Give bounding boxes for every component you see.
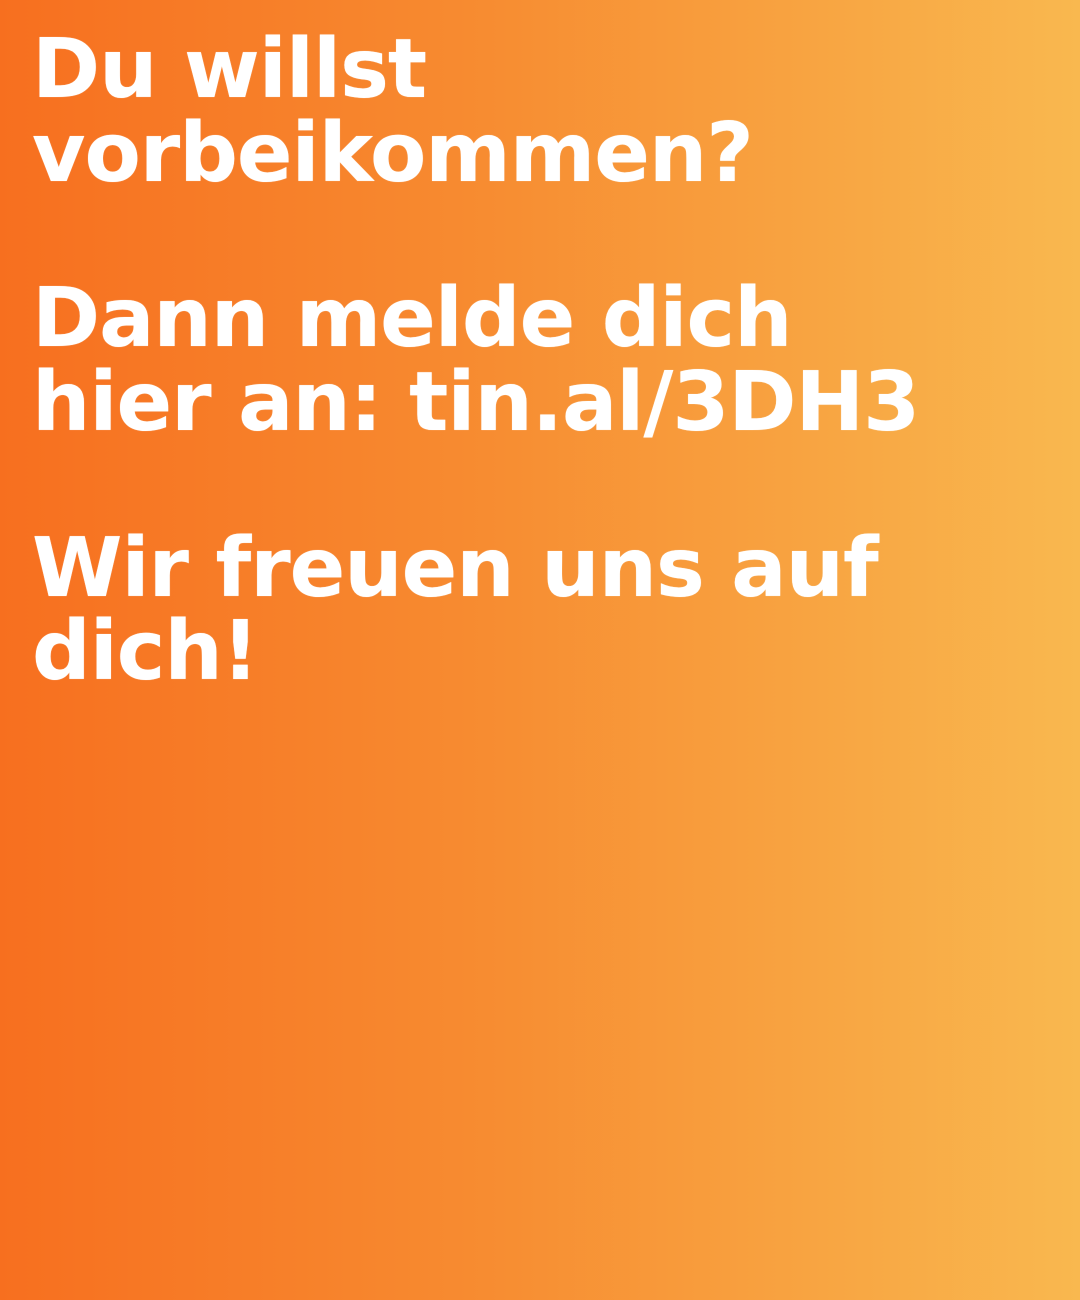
closing-block: Wir freuen uns auf dich!	[32, 520, 1052, 700]
question-block: Du willst vorbeikommen?	[32, 28, 1052, 195]
signup-line-1: Dann melde dich	[32, 271, 793, 367]
signup-line-2: hier an: tin.al/3DH3	[32, 354, 920, 450]
question-line-2: vorbeikommen?	[32, 105, 754, 201]
signup-block: Dann melde dich hier an: tin.al/3DH3	[32, 277, 1052, 444]
message-text: Du willst vorbeikommen? Dann melde dich …	[32, 28, 1052, 694]
closing-line-2: dich!	[32, 604, 259, 700]
promo-graphic: Du willst vorbeikommen? Dann melde dich …	[0, 0, 1080, 1300]
question-line-1: Du willst	[32, 22, 427, 117]
closing-line-1: Wir freuen uns auf	[32, 520, 879, 616]
